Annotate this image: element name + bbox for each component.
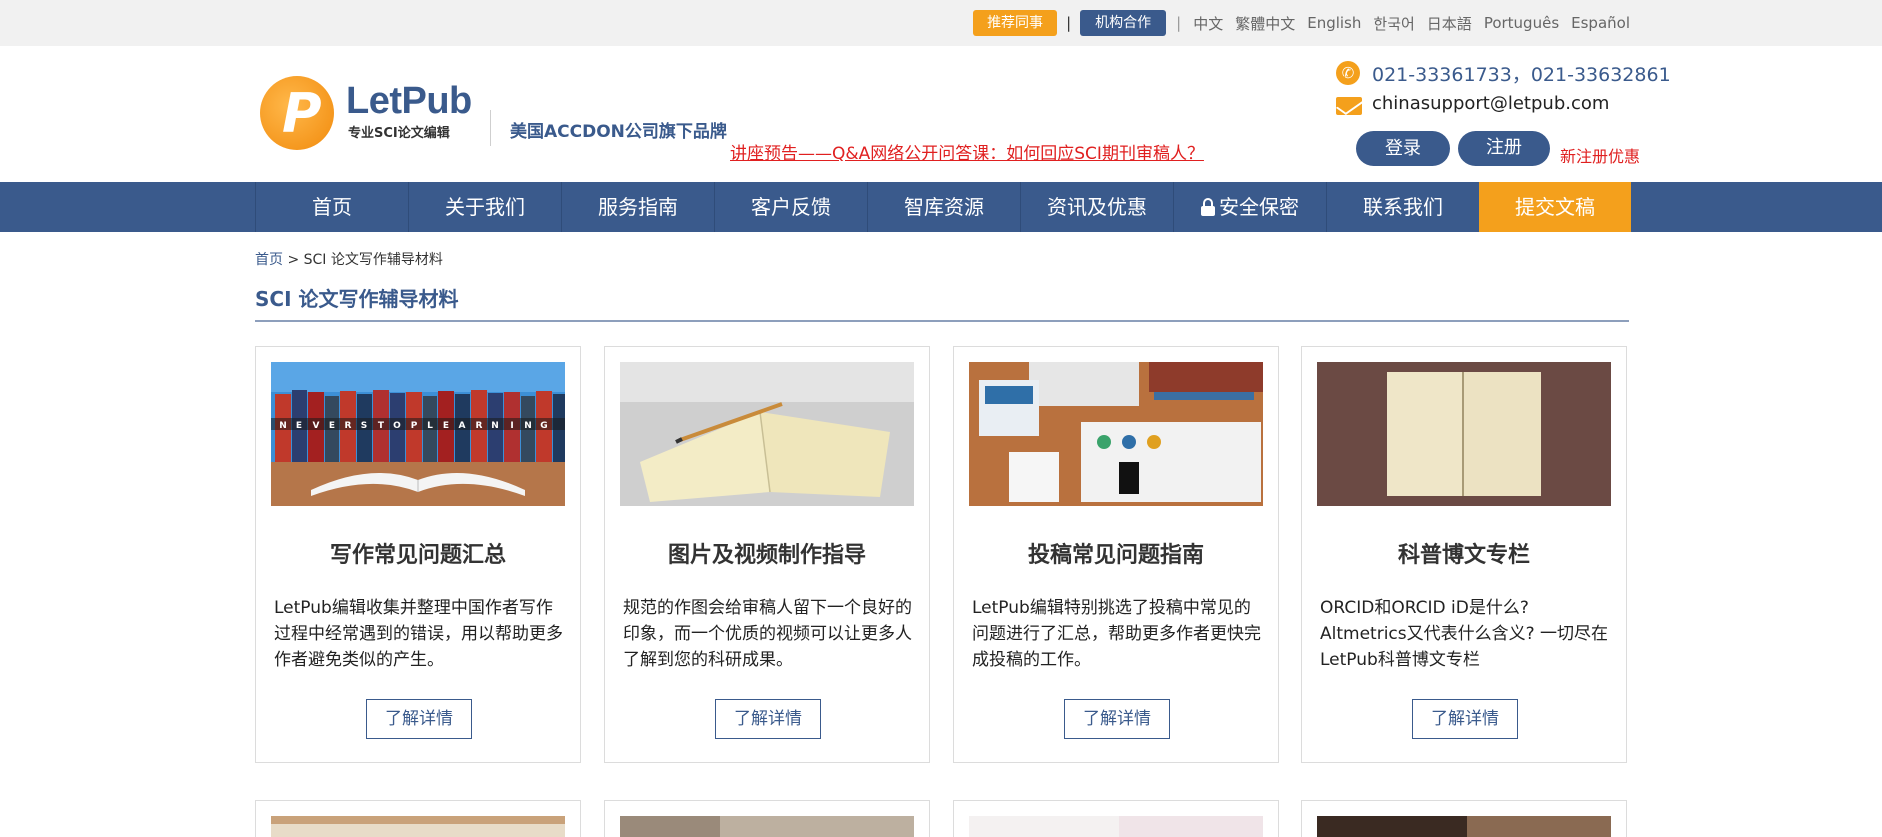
learn-more-button[interactable]: 了解详情 — [1064, 699, 1170, 739]
institution-partner-button[interactable]: 机构合作 — [1080, 10, 1167, 36]
spine-letter: E — [443, 421, 449, 431]
nav-item-service-guide[interactable]: 服务指南 — [561, 182, 714, 232]
lecture-announcement-link[interactable]: 讲座预告——Q&A网络公开问答课：如何回应SCI期刊审稿人？ — [730, 139, 1204, 164]
card-row2-4 — [1301, 800, 1627, 837]
phone-numbers: 021-33361733，021-33632861 — [1372, 64, 1671, 86]
lang-zh-cn[interactable]: 中文 — [1193, 13, 1223, 34]
nav-item-security-label: 安全保密 — [1219, 195, 1299, 219]
spine-letter: R — [476, 421, 483, 431]
card-description: LetPub编辑收集并整理中国作者写作过程中经常遇到的错误，用以帮助更多作者避免… — [274, 598, 563, 670]
logo-letter: P — [282, 82, 322, 145]
lang-es[interactable]: Español — [1571, 14, 1630, 32]
card-submission-faq: 投稿常见问题指南 LetPub编辑特别挑选了投稿中常见的问题进行了汇总，帮助更多… — [953, 346, 1279, 763]
page-title: SCI 论文写作辅导材料 — [255, 287, 459, 311]
main-nav-items: 首页 关于我们 服务指南 客户反馈 智库资源 资讯及优惠 安全保密 联系我们 提… — [255, 182, 1631, 232]
card-science-blog: 科普博文专栏 ORCID和ORCID iD是什么? Altmetrics又代表什… — [1301, 346, 1627, 763]
learn-more-button[interactable]: 了解详情 — [366, 699, 472, 739]
spine-letter: A — [459, 421, 466, 431]
spine-letter: E — [296, 421, 302, 431]
card-row2-2 — [604, 800, 930, 837]
spine-letter: G — [540, 421, 547, 431]
spine-letter: V — [313, 421, 320, 431]
spine-letter: R — [345, 421, 352, 431]
card-figure-video-guide: 图片及视频制作指导 规范的作图会给审稿人留下一个良好的印象，而一个优质的视频可以… — [604, 346, 930, 763]
support-email[interactable]: chinasupport@letpub.com — [1372, 93, 1609, 114]
spine-letter: I — [510, 421, 513, 431]
mail-icon — [1336, 97, 1362, 115]
card-image-blank-notebook — [1317, 362, 1611, 506]
nav-item-feedback[interactable]: 客户反馈 — [714, 182, 867, 232]
card-title: 投稿常见问题指南 — [1027, 543, 1204, 568]
lang-zh-tw[interactable]: 繁體中文 — [1235, 13, 1295, 34]
card-image-light — [969, 816, 1263, 837]
breadcrumb: 首页 > SCI 论文写作辅导材料 — [255, 249, 443, 269]
card-description: 规范的作图会给审稿人留下一个良好的印象，而一个优质的视频可以让更多人了解到您的科… — [623, 598, 912, 670]
spine-letter: O — [393, 421, 401, 431]
lang-pt[interactable]: Português — [1484, 14, 1559, 32]
letpub-logo-icon[interactable]: P — [260, 76, 334, 150]
brand-name[interactable]: LetPub — [346, 80, 472, 123]
top-utility-bar: 推荐同事 | 机构合作 | 中文 繁體中文 English 한국어 日本語 Po… — [0, 0, 1882, 46]
spine-letter: L — [427, 421, 433, 431]
new-register-promo-link[interactable]: 新注册优惠 — [1560, 143, 1640, 167]
breadcrumb-current: > SCI 论文写作辅导材料 — [287, 252, 443, 268]
card-title: 科普博文专栏 — [1397, 543, 1530, 568]
login-button[interactable]: 登录 — [1356, 131, 1450, 166]
title-divider — [255, 320, 1629, 322]
breadcrumb-home-link[interactable]: 首页 — [255, 252, 283, 268]
separator: | — [1066, 14, 1072, 32]
card-row2-1 — [255, 800, 581, 837]
nav-item-news[interactable]: 资讯及优惠 — [1020, 182, 1173, 232]
card-writing-faq: NEVERSTOPLEARNING 写作常见问题汇总 LetPub编辑收集并整理… — [255, 346, 581, 763]
nav-item-security[interactable]: 安全保密 — [1173, 182, 1326, 232]
card-title: 图片及视频制作指导 — [667, 543, 866, 568]
register-button[interactable]: 注册 — [1458, 131, 1550, 166]
card-image-desk-workspace — [969, 362, 1263, 506]
nav-item-about[interactable]: 关于我们 — [408, 182, 561, 232]
card-row2-3 — [953, 800, 1279, 837]
spine-letter: N — [491, 421, 499, 431]
card-image-bookshelf: NEVERSTOPLEARNING — [271, 362, 565, 506]
spine-letter: S — [361, 421, 367, 431]
lock-icon — [1201, 198, 1215, 216]
top-utility-links: 推荐同事 | 机构合作 | 中文 繁體中文 English 한국어 日本語 Po… — [973, 9, 1630, 37]
header-divider — [490, 110, 491, 146]
spine-letter: N — [524, 421, 532, 431]
separator: | — [1176, 14, 1182, 32]
card-image-notebook-pencil — [620, 362, 914, 506]
learn-more-button[interactable]: 了解详情 — [1412, 699, 1518, 739]
nav-item-contact[interactable]: 联系我们 — [1326, 182, 1479, 232]
main-nav: 首页 关于我们 服务指南 客户反馈 智库资源 资讯及优惠 安全保密 联系我们 提… — [0, 182, 1882, 232]
spine-letter: N — [279, 421, 287, 431]
card-image-blur — [620, 816, 914, 837]
spine-letter: P — [411, 421, 418, 431]
card-image-text-page — [271, 816, 565, 837]
phone-icon: ✆ — [1336, 61, 1360, 85]
spine-letter: E — [329, 421, 335, 431]
learn-more-button[interactable]: 了解详情 — [715, 699, 821, 739]
card-description: LetPub编辑特别挑选了投稿中常见的问题进行了汇总，帮助更多作者更快完成投稿的… — [972, 598, 1261, 670]
brand-slogan: 美国ACCDON公司旗下品牌 — [510, 122, 727, 142]
nav-item-home[interactable]: 首页 — [255, 182, 408, 232]
brand-subtitle: 专业SCI论文编辑 — [348, 126, 450, 141]
recommend-colleague-button[interactable]: 推荐同事 — [973, 10, 1058, 36]
nav-item-resources[interactable]: 智库资源 — [867, 182, 1020, 232]
card-image-books-dark — [1317, 816, 1611, 837]
spine-letter: T — [378, 421, 385, 431]
card-title: 写作常见问题汇总 — [329, 543, 506, 568]
lang-ja[interactable]: 日本語 — [1427, 13, 1472, 34]
lang-ko[interactable]: 한국어 — [1373, 13, 1414, 34]
lang-en[interactable]: English — [1307, 14, 1361, 32]
nav-item-submit-manuscript[interactable]: 提交文稿 — [1479, 182, 1631, 232]
card-description: ORCID和ORCID iD是什么? Altmetrics又代表什么含义? 一切… — [1320, 598, 1609, 670]
